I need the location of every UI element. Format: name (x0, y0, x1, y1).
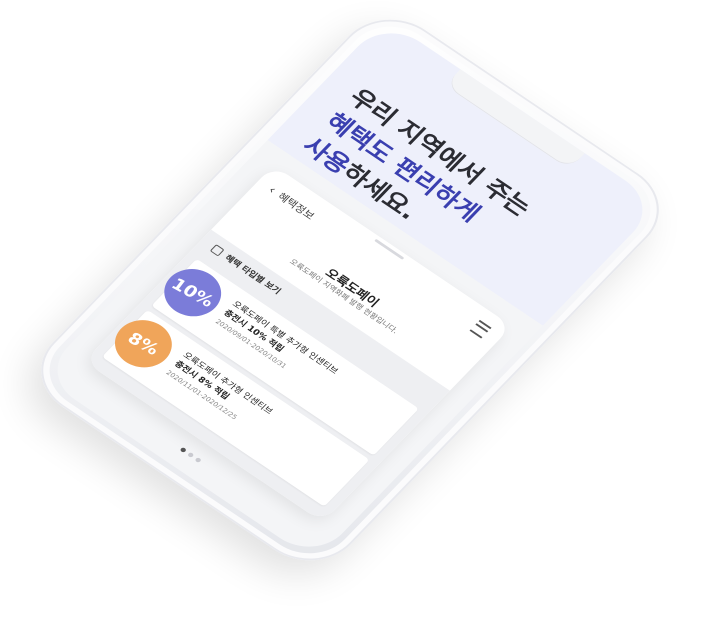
chevron-left-icon[interactable]: ‹ (265, 183, 279, 196)
page-indicator (179, 446, 202, 464)
phone-screen: 우리 지역에서 주는 혜택도 편리하게 사용하세요. ‹ 혜택정보 오륙도페이 … (39, 18, 661, 562)
page-title: 혜택정보 (274, 190, 317, 223)
stage: 우리 지역에서 주는 혜택도 편리하게 사용하세요. ‹ 혜택정보 오륙도페이 … (0, 0, 712, 622)
phone-mockup: 우리 지역에서 주는 혜택도 편리하게 사용하세요. ‹ 혜택정보 오륙도페이 … (19, 1, 681, 579)
menu-icon[interactable] (469, 319, 492, 339)
page-dot-active[interactable] (179, 446, 187, 454)
calendar-icon (210, 243, 225, 257)
page-dot[interactable] (186, 451, 195, 459)
page-dot[interactable] (194, 456, 202, 464)
